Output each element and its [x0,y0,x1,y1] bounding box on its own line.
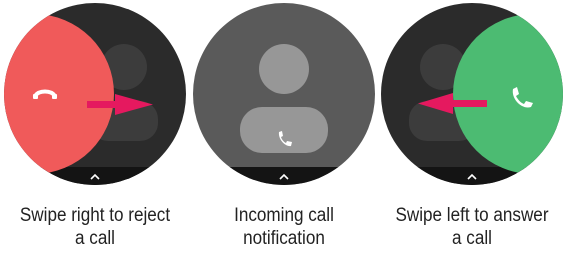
caption-line: Swipe left to answer [395,205,549,226]
caption-line: Swipe right to reject [19,205,171,226]
caption-line: a call [452,228,492,249]
watch-screen-answer [381,3,563,185]
caption-reject: Swipe right to reject a call [10,204,181,250]
caption-line: notification [243,228,325,249]
caption-line: Incoming call [234,205,334,226]
caption-incoming: Incoming call notification [199,204,370,250]
caption-answer: Swipe left to answer a call [387,204,558,250]
watch-screen-incoming [193,3,375,185]
caption-line: a call [75,228,115,249]
watch-screen-reject [4,3,186,185]
